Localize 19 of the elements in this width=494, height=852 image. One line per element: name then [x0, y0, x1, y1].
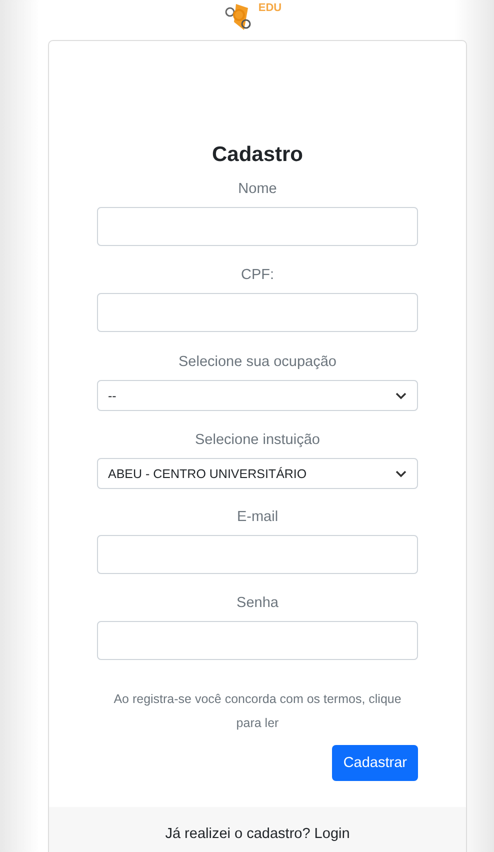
chevron-down-icon [395, 470, 407, 478]
input-field[interactable] [97, 621, 418, 660]
field-label: CPF: [240, 267, 276, 283]
input-field[interactable] [97, 535, 418, 574]
form-title: Cadastro [210, 143, 304, 167]
logo-text: EDU [258, 2, 282, 14]
submit-button[interactable]: Cadastrar [332, 745, 418, 781]
field-label: Senha [236, 595, 280, 611]
field-label: Selecione sua ocupação [177, 354, 338, 370]
chevron-down-icon [395, 392, 407, 400]
select-field[interactable]: ABEU - CENTRO UNIVERSITÁRIO [97, 458, 418, 489]
field-label: Selecione instuição [194, 432, 321, 448]
select-field[interactable]: -- [97, 380, 418, 411]
field-label: E-mail [236, 509, 280, 525]
input-field[interactable] [97, 293, 418, 332]
input-field[interactable] [97, 207, 418, 246]
terms-text[interactable]: Ao registra-se você concorda com os termos, clique para ler [107, 687, 408, 735]
login-link[interactable]: Já realizei o cadastro? Login [165, 826, 350, 842]
field-label: Nome [237, 181, 278, 197]
